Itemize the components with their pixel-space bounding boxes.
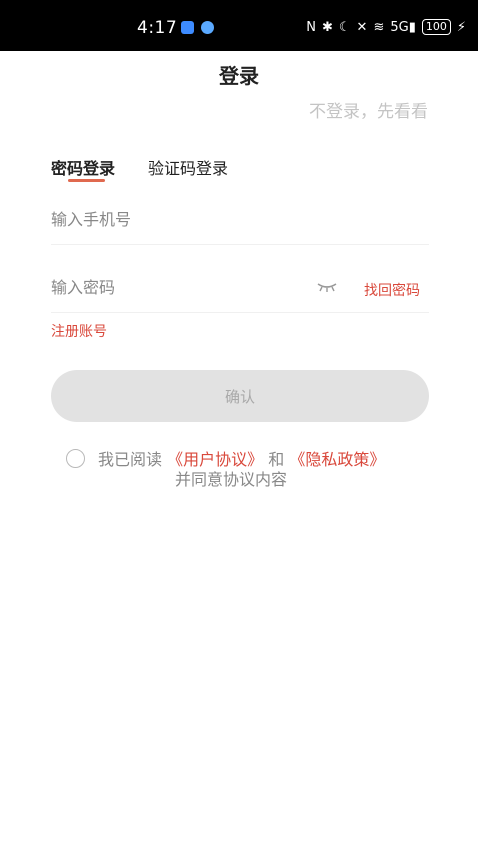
notification-app-icon (201, 21, 214, 34)
password-field: 找回密码 (51, 268, 429, 313)
agreement-prefix: 我已阅读 (98, 450, 163, 469)
tab-label: 验证码登录 (148, 159, 229, 178)
battery-level: 100 (425, 20, 447, 33)
tab-active-indicator (68, 179, 105, 182)
agreement-checkbox[interactable] (66, 449, 85, 468)
phone-field (51, 200, 429, 245)
agreement-suffix: 并同意协议内容 (175, 470, 288, 489)
skip-login-link[interactable]: 不登录，先看看 (309, 97, 428, 122)
phone-input[interactable] (51, 200, 301, 238)
status-time: 4:17 (137, 18, 178, 38)
notification-app-icon (181, 21, 194, 34)
moon-icon: ☾ (338, 19, 351, 35)
cellular-icon: 5G▮ (390, 19, 416, 35)
mute-icon: ✕ (356, 19, 368, 35)
bluetooth-icon: ✱ (321, 19, 333, 35)
page-title: 登录 (219, 64, 259, 88)
battery-icon: 100 (421, 19, 451, 35)
charging-icon: ⚡ (456, 19, 466, 35)
status-bar: 4:17 N ✱ ☾ ✕ ≋ 5G▮ 100 ⚡ (0, 0, 478, 51)
nfc-icon: N (306, 19, 316, 35)
eye-closed-icon[interactable] (317, 282, 337, 292)
forgot-password-link[interactable]: 找回密码 (364, 280, 420, 300)
register-link[interactable]: 注册账号 (51, 321, 107, 341)
password-input[interactable] (51, 268, 301, 306)
tab-label: 密码登录 (51, 159, 116, 178)
network-type-label: 5G (390, 19, 409, 35)
privacy-policy-link[interactable]: 《隐私政策》 (289, 450, 385, 469)
confirm-button[interactable]: 确认 (51, 370, 429, 422)
tab-code-login[interactable]: 验证码登录 (148, 155, 228, 179)
status-icons: N ✱ ☾ ✕ ≋ 5G▮ 100 ⚡ (306, 19, 466, 35)
wifi-icon: ≋ (373, 19, 385, 35)
tab-password-login[interactable]: 密码登录 (51, 155, 115, 179)
